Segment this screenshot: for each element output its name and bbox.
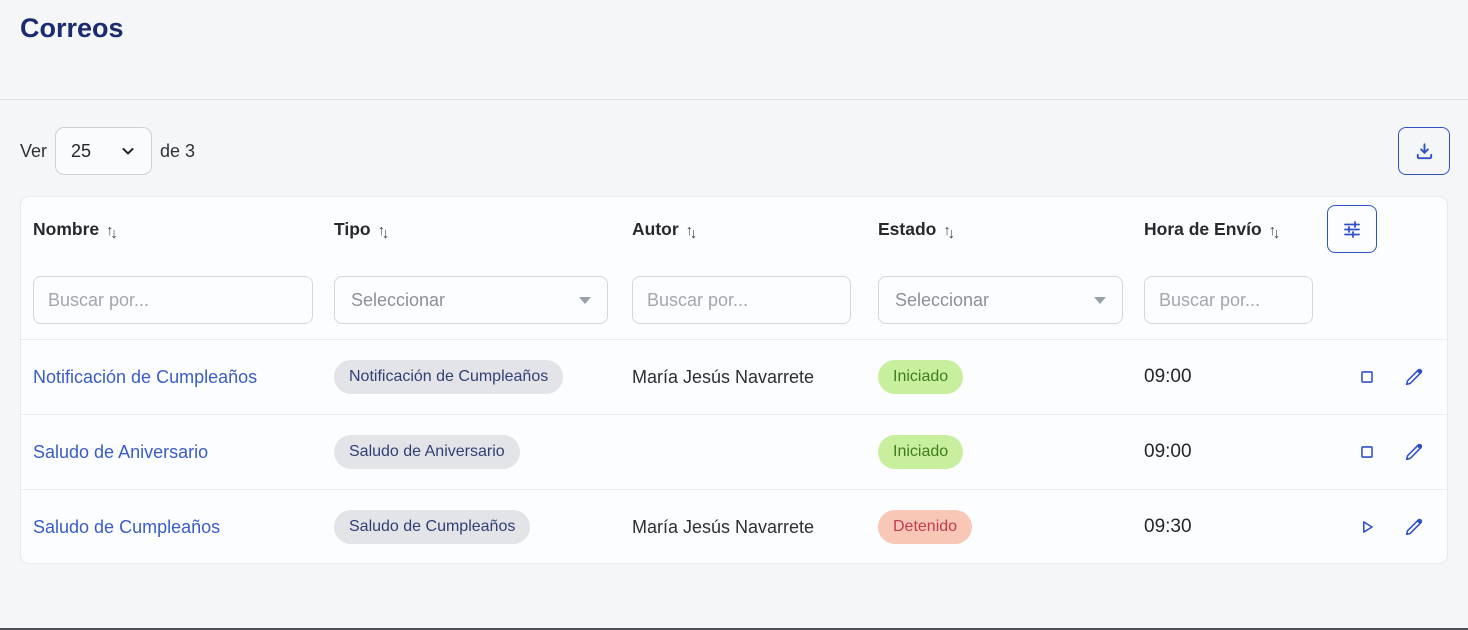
edit-button[interactable] [1403,366,1425,388]
send-time-cell: 09:00 [1144,441,1192,462]
sort-arrows-icon[interactable]: ↑↓ [378,223,393,239]
pencil-icon [1403,516,1425,538]
email-name-link[interactable]: Saludo de Cumpleaños [33,517,220,537]
chevron-down-icon [120,143,136,159]
email-name-link[interactable]: Saludo de Aniversario [33,442,208,462]
column-header-tipo[interactable]: Tipo↑↓ [322,219,620,240]
type-badge: Saludo de Aniversario [334,435,520,469]
stop-button[interactable] [1356,441,1378,463]
author-cell: María Jesús Navarrete [632,367,814,387]
send-time-cell: 09:30 [1144,516,1192,537]
status-badge: Iniciado [878,435,963,469]
edit-button[interactable] [1403,441,1425,463]
table-row: Notificación de Cumpleaños Notificación … [21,339,1447,414]
status-badge: Iniciado [878,360,963,394]
sort-arrows-icon[interactable]: ↑↓ [1269,223,1284,239]
sort-arrows-icon[interactable]: ↑↓ [106,223,121,239]
filter-hora-input[interactable] [1144,276,1313,324]
column-header-nombre[interactable]: Nombre↑↓ [21,219,322,240]
table-filter-row: Seleccionar Seleccionar [21,261,1447,339]
sort-arrows-icon[interactable]: ↑↓ [686,223,701,239]
table-row: Saludo de Cumpleaños Saludo de Cumpleaño… [21,489,1447,564]
edit-button[interactable] [1403,516,1425,538]
stop-button[interactable] [1356,366,1378,388]
stop-icon [1356,366,1378,388]
play-icon [1356,516,1378,538]
per-page-select[interactable]: 25 [55,127,152,175]
pencil-icon [1403,366,1425,388]
filter-autor-input[interactable] [632,276,851,324]
type-badge: Saludo de Cumpleaños [334,510,530,544]
emails-table: Nombre↑↓ Tipo↑↓ Autor↑↓ Estado↑↓ Hora de… [20,196,1448,564]
sort-arrows-icon[interactable]: ↑↓ [943,223,958,239]
page-title: Correos [20,13,1448,44]
status-badge: Detenido [878,510,972,544]
per-page-control: Ver 25 de 3 [20,127,195,175]
per-page-value: 25 [71,141,91,162]
filter-tipo-select[interactable]: Seleccionar [334,276,608,324]
download-button[interactable] [1398,127,1450,175]
sliders-icon [1340,217,1364,241]
column-header-autor[interactable]: Autor↑↓ [620,219,866,240]
type-badge: Notificación de Cumpleaños [334,360,563,394]
pencil-icon [1403,441,1425,463]
per-page-label: Ver [20,141,47,162]
author-cell: María Jesús Navarrete [632,517,814,537]
table-row: Saludo de Aniversario Saludo de Aniversa… [21,414,1447,489]
send-time-cell: 09:00 [1144,366,1192,387]
total-count-label: de 3 [160,141,195,162]
download-icon [1413,140,1436,163]
table-header-row: Nombre↑↓ Tipo↑↓ Autor↑↓ Estado↑↓ Hora de… [21,197,1447,261]
column-header-hora[interactable]: Hora de Envío↑↓ [1132,219,1327,240]
play-button[interactable] [1356,516,1378,538]
chevron-down-icon [1094,297,1106,304]
filter-estado-select[interactable]: Seleccionar [878,276,1123,324]
filter-nombre-input[interactable] [33,276,313,324]
email-name-link[interactable]: Notificación de Cumpleaños [33,367,257,387]
column-settings-button[interactable] [1327,205,1377,253]
column-header-estado[interactable]: Estado↑↓ [866,219,1132,240]
chevron-down-icon [579,297,591,304]
toolbar: Ver 25 de 3 [0,127,1468,175]
page-header: Correos [0,0,1468,100]
stop-icon [1356,441,1378,463]
